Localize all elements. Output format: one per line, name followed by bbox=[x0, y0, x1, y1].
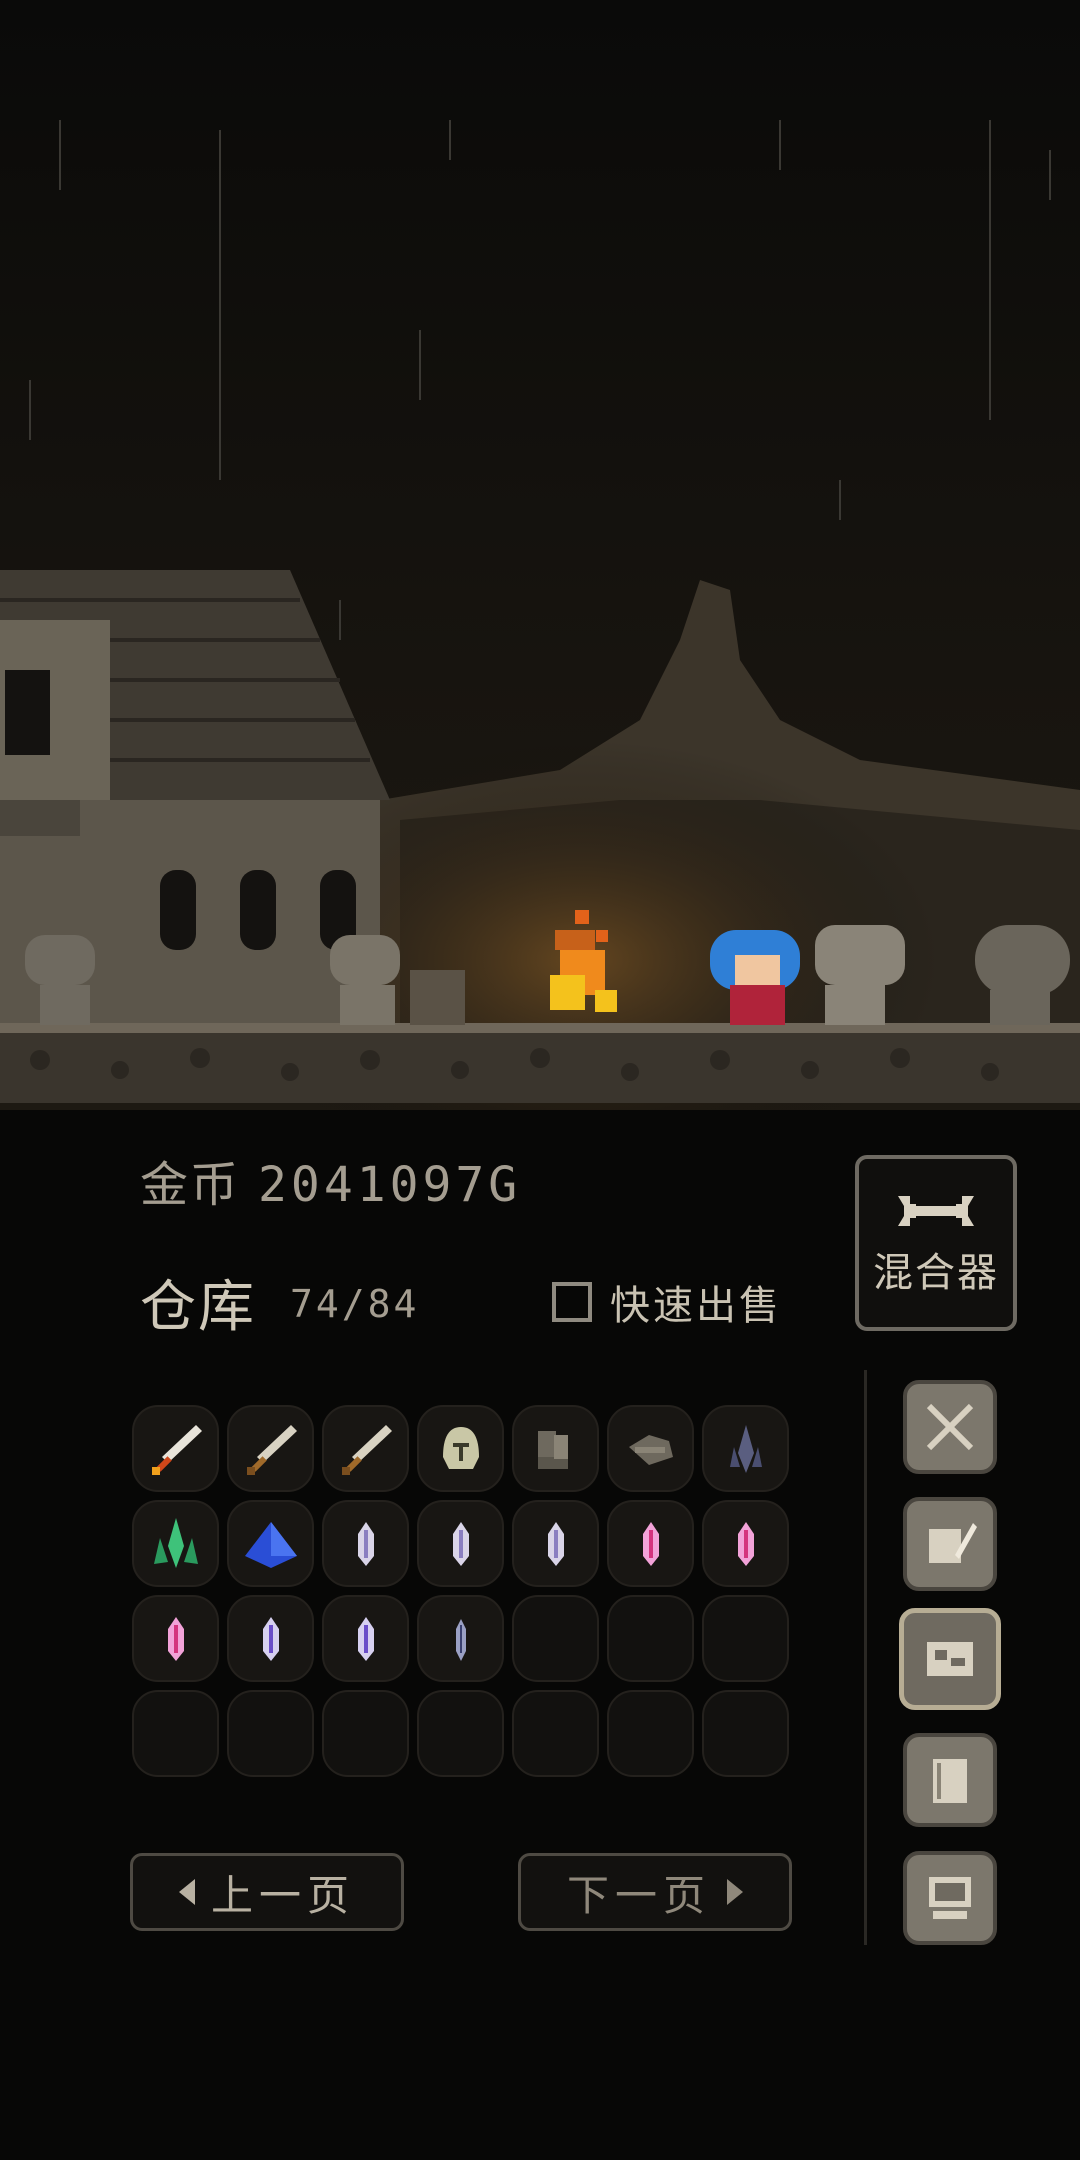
inventory-slot-empty[interactable] bbox=[607, 1690, 694, 1777]
next-page-button[interactable]: 下一页 bbox=[518, 1853, 792, 1931]
mixer-button[interactable]: 混合器 bbox=[855, 1155, 1017, 1331]
crystal-green-icon bbox=[153, 1517, 198, 1568]
inventory-slot-empty[interactable] bbox=[132, 1690, 219, 1777]
sword-bronze-icon bbox=[341, 1424, 392, 1475]
inventory-slot-empty[interactable] bbox=[512, 1595, 599, 1682]
inventory-slot[interactable] bbox=[322, 1500, 409, 1587]
inventory-slot[interactable] bbox=[607, 1405, 694, 1492]
inventory-slot[interactable] bbox=[417, 1500, 504, 1587]
gold-display: 金币 2041097G bbox=[140, 1145, 521, 1215]
side-menu-button[interactable] bbox=[903, 1497, 997, 1591]
sword-bronze-icon bbox=[246, 1424, 297, 1475]
mixer-label: 混合器 bbox=[873, 1250, 999, 1296]
gold-label: 金币 bbox=[140, 1157, 241, 1213]
inventory-slot-empty[interactable] bbox=[702, 1595, 789, 1682]
inventory-slot[interactable] bbox=[227, 1500, 314, 1587]
helmet-icon bbox=[442, 1426, 479, 1469]
npc-middle bbox=[330, 935, 400, 1025]
storage-title: 仓库 bbox=[140, 1275, 256, 1340]
computer-icon bbox=[929, 1877, 971, 1919]
gem-pink-icon bbox=[167, 1616, 184, 1661]
inventory-slot[interactable] bbox=[607, 1500, 694, 1587]
prev-page-button[interactable]: 上一页 bbox=[130, 1853, 404, 1931]
book-icon bbox=[933, 1759, 967, 1803]
inventory-slot-empty[interactable] bbox=[702, 1690, 789, 1777]
map-icon bbox=[927, 1642, 973, 1676]
glove-icon bbox=[628, 1434, 673, 1465]
inventory-slot[interactable] bbox=[702, 1500, 789, 1587]
crystal-dark-icon bbox=[729, 1424, 762, 1473]
panel-divider bbox=[864, 1370, 867, 1945]
inventory-grid bbox=[132, 1405, 792, 1777]
next-page-label: 下一页 bbox=[566, 1870, 711, 1920]
gem-white-icon bbox=[452, 1521, 469, 1566]
inventory-slot-empty[interactable] bbox=[227, 1690, 314, 1777]
game-scene bbox=[0, 0, 1080, 1110]
gem-violet-icon bbox=[262, 1616, 279, 1661]
sword-flame-icon bbox=[151, 1424, 202, 1475]
gem-dark-icon bbox=[455, 1618, 466, 1661]
side-menu-button[interactable] bbox=[899, 1608, 1001, 1710]
inventory-slot[interactable] bbox=[322, 1405, 409, 1492]
inventory-slot[interactable] bbox=[702, 1405, 789, 1492]
prev-page-label: 上一页 bbox=[210, 1870, 355, 1920]
gem-white-icon bbox=[357, 1521, 374, 1566]
inventory-slot-empty[interactable] bbox=[512, 1690, 599, 1777]
scroll-quill-icon bbox=[929, 1523, 977, 1563]
crystal-blue-large-icon bbox=[244, 1521, 297, 1568]
gem-white-icon bbox=[547, 1521, 564, 1566]
inventory-slot-empty[interactable] bbox=[607, 1595, 694, 1682]
side-menu-button[interactable] bbox=[903, 1851, 997, 1945]
arrow-right-icon bbox=[727, 1879, 743, 1905]
storage-count: 74/84 bbox=[290, 1282, 420, 1326]
side-menu-button[interactable] bbox=[903, 1733, 997, 1827]
arrow-left-icon bbox=[178, 1879, 195, 1905]
boots-icon bbox=[537, 1430, 568, 1469]
crossed-swords-icon bbox=[926, 1403, 974, 1451]
inventory-slot[interactable] bbox=[132, 1595, 219, 1682]
inventory-slot[interactable] bbox=[512, 1500, 599, 1587]
inventory-slot-empty[interactable] bbox=[417, 1690, 504, 1777]
inventory-slot[interactable] bbox=[132, 1500, 219, 1587]
checkbox-box[interactable] bbox=[552, 1282, 592, 1322]
inventory-slot-empty[interactable] bbox=[322, 1690, 409, 1777]
wrench-icon bbox=[898, 1196, 974, 1226]
gem-pink-icon bbox=[642, 1521, 659, 1566]
inventory-slot[interactable] bbox=[512, 1405, 599, 1492]
inventory-slot[interactable] bbox=[417, 1405, 504, 1492]
side-menu-button[interactable] bbox=[903, 1380, 997, 1474]
inventory-slot[interactable] bbox=[132, 1405, 219, 1492]
quick-sell-checkbox[interactable]: 快速出售 bbox=[552, 1275, 782, 1329]
gold-value: 2041097G bbox=[258, 1157, 522, 1213]
inventory-slot[interactable] bbox=[322, 1595, 409, 1682]
quick-sell-label: 快速出售 bbox=[610, 1283, 782, 1329]
inventory-slot[interactable] bbox=[227, 1405, 314, 1492]
inventory-slot[interactable] bbox=[227, 1595, 314, 1682]
inventory-slot[interactable] bbox=[417, 1595, 504, 1682]
gem-pink-icon bbox=[737, 1521, 754, 1566]
gem-violet-icon bbox=[357, 1616, 374, 1661]
barrel bbox=[410, 970, 465, 1025]
